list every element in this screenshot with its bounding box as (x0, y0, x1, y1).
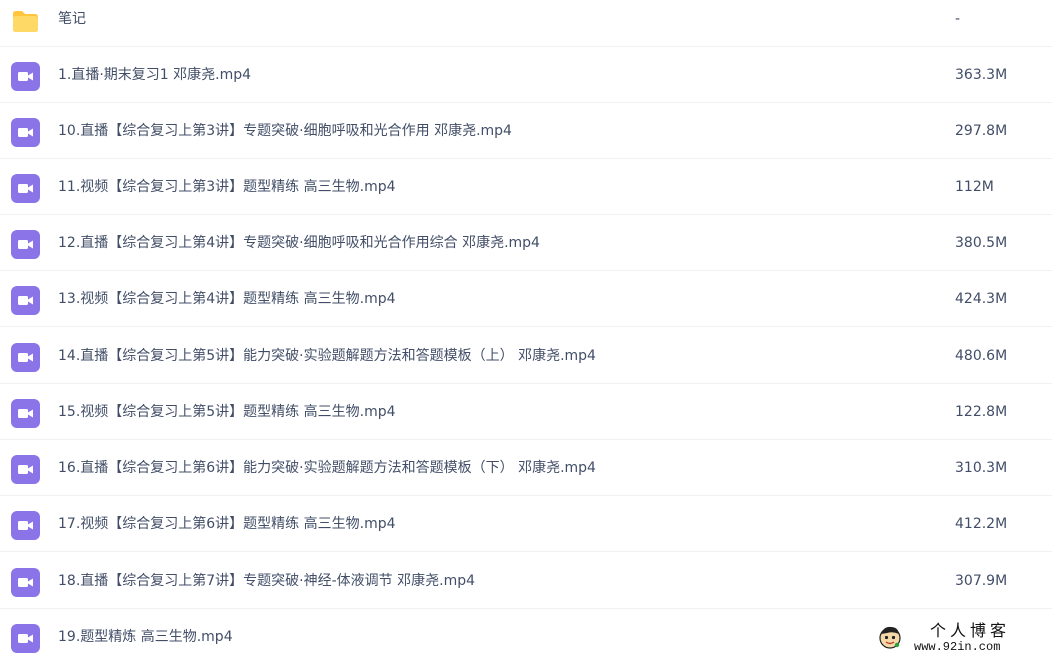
file-row[interactable]: 17.视频【综合复习上第6讲】题型精练 高三生物.mp4 412.2M (0, 496, 1052, 552)
video-file-icon (11, 343, 40, 372)
file-size: - (955, 11, 961, 27)
file-name: 11.视频【综合复习上第3讲】题型精练 高三生物.mp4 (58, 179, 396, 195)
file-name: 18.直播【综合复习上第7讲】专题突破·神经-体液调节 邓康尧.mp4 (58, 573, 476, 589)
folder-icon (11, 6, 40, 35)
file-name: 13.视频【综合复习上第4讲】题型精练 高三生物.mp4 (58, 291, 396, 307)
file-size: 112M (955, 179, 994, 195)
video-file-icon (11, 568, 40, 597)
watermark-url: www.92in.com (914, 640, 1001, 654)
file-row[interactable]: 16.直播【综合复习上第6讲】能力突破·实验题解题方法和答题模板（下） 邓康尧.… (0, 440, 1052, 496)
video-file-icon (11, 624, 40, 653)
file-row[interactable]: 15.视频【综合复习上第5讲】题型精练 高三生物.mp4 122.8M (0, 384, 1052, 440)
file-name: 14.直播【综合复习上第5讲】能力突破·实验题解题方法和答题模板（上） 邓康尧.… (58, 348, 596, 364)
video-file-icon (11, 62, 40, 91)
file-row[interactable]: 14.直播【综合复习上第5讲】能力突破·实验题解题方法和答题模板（上） 邓康尧.… (0, 328, 1052, 384)
watermark-title: 个人博客 (930, 621, 1011, 640)
file-size: 480.6M (955, 348, 1008, 364)
watermark: 个人博客 www.92in.com (876, 622, 1046, 656)
file-name: 12.直播【综合复习上第4讲】专题突破·细胞呼吸和光合作用综合 邓康尧.mp4 (58, 235, 540, 251)
file-name: 15.视频【综合复习上第5讲】题型精练 高三生物.mp4 (58, 404, 396, 420)
file-size: 380.5M (955, 235, 1008, 251)
file-row[interactable]: 13.视频【综合复习上第4讲】题型精练 高三生物.mp4 424.3M (0, 271, 1052, 327)
file-name: 笔记 (58, 11, 86, 27)
file-row[interactable]: 1.直播·期末复习1 邓康尧.mp4 363.3M (0, 47, 1052, 103)
video-file-icon (11, 455, 40, 484)
file-name: 10.直播【综合复习上第3讲】专题突破·细胞呼吸和光合作用 邓康尧.mp4 (58, 123, 512, 139)
file-name: 19.题型精炼 高三生物.mp4 (58, 629, 233, 645)
video-file-icon (11, 399, 40, 428)
file-row[interactable]: 12.直播【综合复习上第4讲】专题突破·细胞呼吸和光合作用综合 邓康尧.mp4 … (0, 215, 1052, 271)
video-file-icon (11, 511, 40, 540)
file-row[interactable]: 10.直播【综合复习上第3讲】专题突破·细胞呼吸和光合作用 邓康尧.mp4 29… (0, 103, 1052, 159)
file-name: 17.视频【综合复习上第6讲】题型精练 高三生物.mp4 (58, 516, 396, 532)
video-file-icon (11, 230, 40, 259)
file-size: 297.8M (955, 123, 1008, 139)
file-size: 363.3M (955, 67, 1008, 83)
mascot-logo-icon (878, 625, 902, 649)
video-file-icon (11, 286, 40, 315)
file-size: 412.2M (955, 516, 1008, 532)
file-size: 307.9M (955, 573, 1008, 589)
file-row-folder[interactable]: 笔记 - (0, 0, 1052, 47)
file-size: 310.3M (955, 460, 1008, 476)
file-list: 笔记 - 1.直播·期末复习1 邓康尧.mp4 363.3M 10.直播【综合复… (0, 0, 1052, 660)
file-name: 1.直播·期末复习1 邓康尧.mp4 (58, 67, 252, 83)
file-row[interactable]: 11.视频【综合复习上第3讲】题型精练 高三生物.mp4 112M (0, 159, 1052, 215)
video-file-icon (11, 174, 40, 203)
file-name: 16.直播【综合复习上第6讲】能力突破·实验题解题方法和答题模板（下） 邓康尧.… (58, 460, 596, 476)
video-file-icon (11, 118, 40, 147)
file-row[interactable]: 18.直播【综合复习上第7讲】专题突破·神经-体液调节 邓康尧.mp4 307.… (0, 553, 1052, 609)
file-size: 122.8M (955, 404, 1008, 420)
file-size: 424.3M (955, 291, 1008, 307)
